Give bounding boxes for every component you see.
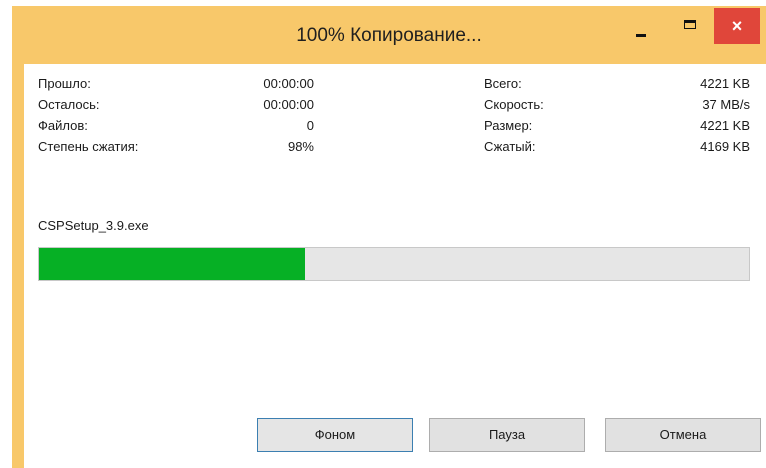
files-label: Файлов: <box>38 118 88 133</box>
close-icon: × <box>731 16 743 36</box>
current-file-name: CSPSetup_3.9.exe <box>38 218 149 233</box>
elapsed-value: 00:00:00 <box>263 76 314 91</box>
speed-value: 37 MB/s <box>702 97 750 112</box>
maximize-button[interactable] <box>670 8 710 44</box>
elapsed-label: Прошло: <box>38 76 91 91</box>
remaining-label: Осталось: <box>38 97 100 112</box>
compression-ratio-label: Степень сжатия: <box>38 139 139 154</box>
cancel-button[interactable]: Отмена <box>605 418 761 452</box>
copy-dialog-window: 100% Копирование... × Прошло: 00:00:00 О… <box>12 6 766 468</box>
speed-label: Скорость: <box>484 97 544 112</box>
remaining-value: 00:00:00 <box>263 97 314 112</box>
compression-ratio-value: 98% <box>287 139 314 154</box>
background-button[interactable]: Фоном <box>257 418 413 452</box>
progress-fill <box>39 248 305 280</box>
minimize-button[interactable] <box>624 8 664 44</box>
progress-bar <box>38 247 750 281</box>
compressed-label: Сжатый: <box>484 139 536 154</box>
size-value: 4221 KB <box>700 118 750 133</box>
total-label: Всего: <box>484 76 522 91</box>
size-label: Размер: <box>484 118 533 133</box>
dialog-content: Прошло: 00:00:00 Осталось: 00:00:00 Файл… <box>24 64 766 468</box>
maximize-icon <box>684 20 696 29</box>
minimize-icon <box>636 34 646 37</box>
title-bar[interactable]: 100% Копирование... × <box>12 6 766 64</box>
close-button[interactable]: × <box>714 8 760 44</box>
compressed-value: 4169 KB <box>700 139 750 154</box>
files-value: 0 <box>306 118 314 133</box>
pause-button[interactable]: Пауза <box>429 418 585 452</box>
total-value: 4221 KB <box>700 76 750 91</box>
